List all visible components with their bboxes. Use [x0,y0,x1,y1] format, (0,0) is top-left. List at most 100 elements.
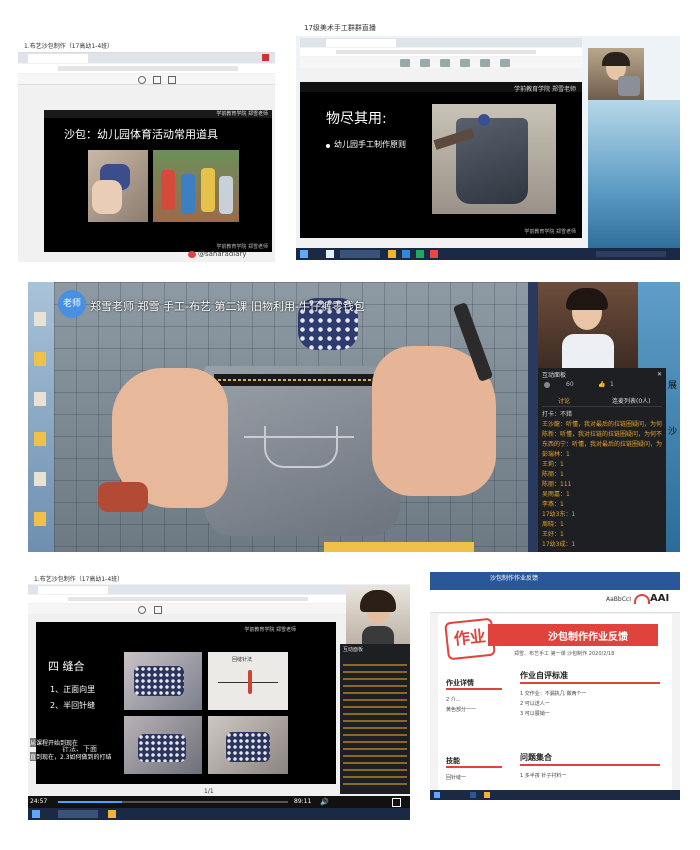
volume-icon[interactable]: 🔊 [320,798,329,806]
college-label-bottom: 学前教育学院 郑雪老师 [216,244,268,250]
progress-fill [58,801,123,803]
taskbar-app-icon[interactable] [470,792,476,798]
chat-message: 陈丽：111 [542,481,572,488]
stamp-text: 作业 [452,626,487,649]
taskbar [28,808,410,820]
chat-message: 17幼3东：1 [542,511,576,518]
windows-start-icon[interactable] [32,810,40,818]
thumbs-up-icon[interactable]: 👍 [598,381,605,388]
tab-chat[interactable]: 讨论 [558,396,570,405]
desktop-file-icon[interactable] [34,392,46,406]
watermark: @saharadiary [198,250,247,258]
close-icon[interactable]: ✕ [657,371,662,378]
college-label-bottom: 学前教育学院 郑雪老师 [524,229,576,235]
photo-sewing-3 [208,716,288,774]
taskbar-app-icon[interactable] [108,810,116,818]
desktop-file-icon[interactable] [34,432,46,446]
taskbar-app-icon[interactable] [326,250,334,258]
style-heading-arc[interactable] [634,594,650,604]
toolbar-button[interactable] [500,59,510,67]
browser-tab[interactable] [38,586,108,594]
chat-message: 周晓：1 [542,521,564,528]
tab-members[interactable]: 连麦列表(0人) [612,396,651,405]
desktop-file-icon[interactable] [34,512,46,526]
browser-tab[interactable] [326,39,396,47]
slide: 学前教育学院 郑雪老师 物尽其用: 幼儿园手工制作原则 学前教育学院 郑雪老师 [300,82,582,238]
zoom-icon[interactable] [138,606,146,614]
chat-list[interactable] [343,664,407,790]
address-bar[interactable] [300,48,582,56]
toolbar-button[interactable] [440,59,450,67]
stream-title: 郑雪老师 郑雪 手工-布艺 第二课 旧物利用-牛仔裤零钱包 [90,300,365,313]
criterion: 3 可以展销一 [520,711,550,717]
taskbar-app-icon[interactable] [340,250,380,258]
heading-band: 沙包制作作业反馈 [488,624,658,646]
teacher-badge-label: 老师 [62,299,81,309]
taskbar-app-icon[interactable] [484,792,490,798]
desktop-file-icon[interactable] [34,352,46,366]
style-normal[interactable]: AaBbCcI [606,596,631,603]
progress-track[interactable] [58,801,288,803]
window-title: 沙包制作作业反馈 [490,575,539,582]
inset-label: 回缝针法 [232,657,253,663]
like-count: 1 [610,381,614,388]
photo-sandbag-in-hand [88,150,148,222]
tab-title[interactable]: 1.布艺沙包制作（17高幼1-4班） [34,574,123,583]
desktop-file-icon[interactable] [34,472,46,486]
taskbar-app-icon[interactable] [430,250,438,258]
taskbar-app-icon[interactable] [58,810,98,818]
desktop-file-icon[interactable] [34,312,46,326]
fullscreen-icon[interactable] [392,798,401,807]
slide: 学前教育学院 郑雪老师 沙包：幼儿园体育活动常用道具 学前教育学院 郑雪老师 [44,110,272,252]
windows-start-icon[interactable] [300,250,308,258]
taskbar-app-icon[interactable] [416,250,424,258]
chat-message: 17幼3成：1 [542,541,576,548]
photo-sewing-1 [124,652,202,710]
rotate-icon[interactable] [154,606,162,614]
time-total: 89:11 [294,798,312,805]
page-icon[interactable] [168,76,176,84]
photo-stitch-diagram: 回缝针法 [208,652,288,710]
slide-title: 四 缝合 [48,660,85,673]
title-bar: 1.布艺沙包制作（17高幼1-4班） [18,40,275,53]
toolbar-icons [300,57,582,68]
screenshot-homework-feedback-doc: 沙包制作作业反馈 AaBbCcI AAI 作业 沙包制作作业反馈 郑雪、布艺手工… [430,572,680,800]
system-tray[interactable] [596,251,666,257]
style-heading[interactable]: AAI [650,593,669,604]
browser-tab-strip [18,53,275,63]
photo-sewing-2 [124,716,202,774]
toolbar-button[interactable] [480,59,490,67]
address-bar[interactable] [18,64,275,73]
windows-start-icon[interactable] [434,792,440,798]
toolbar-button[interactable] [400,59,410,67]
zipper [214,374,390,386]
chat-message: 彭瑞林：1 [542,451,570,458]
taskbar-app-icon[interactable] [388,250,396,258]
rotate-icon[interactable] [153,76,161,84]
ribbon-tabs [430,582,680,590]
close-icon[interactable] [262,54,269,61]
chat-message: 吴雨嘉：1 [542,491,570,498]
chat-message: 陈新：听懂，我对拉链的拉链圈疑问，为何不能 [542,431,662,438]
toolbar-button[interactable] [460,59,470,67]
left-line: 回针缝一 [446,775,467,781]
chat-message: 东西的宁：听懂，我对最后的拉链圈疑问，为何不能 [542,441,662,448]
section-self-assessment: 作业自评标准 [520,671,568,680]
zoom-icon[interactable] [138,76,146,84]
photo-denim-pouch [432,104,556,214]
video-player[interactable] [54,282,528,552]
interaction-panel: 互动面板 ✕ 60 👍 1 讨论 连麦列表(0人) 打卡：不錯 王沙龍：听懂，我… [538,368,666,552]
doc-subheading: 郑雪、布艺手工 第一课 沙包制作 2020/2/18 [514,651,615,657]
browser-tab[interactable] [28,54,88,63]
denim-pocket [204,366,400,536]
window-title-bar: 17级美术手工群群直播 [296,20,680,36]
taskbar-app-icon[interactable] [402,250,410,258]
desktop-wallpaper [588,100,680,250]
chat-list[interactable]: 打卡：不錯 王沙龍：听懂，我对最后的拉链圈疑问，为何不能 陈新：听懂，我对拉链的… [542,410,662,550]
doc-heading: 沙包制作作业反馈 [548,632,628,643]
chat-message: 王好：1 [542,531,564,538]
chat-message: 打卡：不錯 [542,411,573,418]
toolbar-button[interactable] [420,59,430,67]
section-skills: 技能 [446,757,460,765]
tab-title[interactable]: 1.布艺沙包制作（17高幼1-4班） [24,41,113,50]
